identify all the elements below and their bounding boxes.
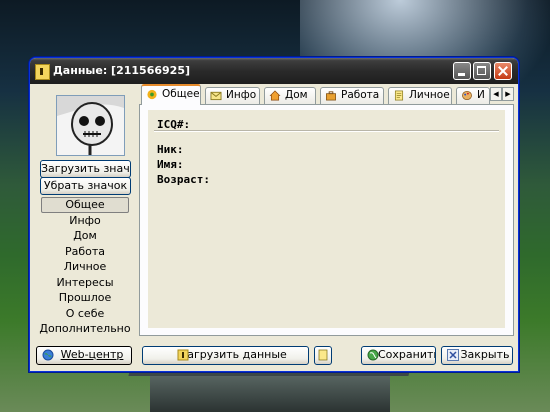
user-details-window: Данные: [211566925] Загрузить значок Убр… <box>29 57 519 372</box>
close-label: Закрыть <box>460 348 510 361</box>
web-center-label: Web-центр <box>60 348 124 361</box>
flower-icon <box>147 89 157 100</box>
close-window-button[interactable] <box>494 62 512 80</box>
tab-label: Инфо <box>226 89 257 101</box>
globe-icon <box>367 349 379 361</box>
window-title: Данные: [211566925] <box>53 64 190 77</box>
save-label: Сохранить <box>378 348 436 361</box>
name-label: Имя: <box>157 158 184 171</box>
remove-icon-button[interactable]: Убрать значок <box>40 177 131 195</box>
nick-label: Ник: <box>157 143 184 156</box>
minimize-button[interactable] <box>453 62 471 80</box>
tab-general[interactable]: Общее <box>141 84 201 105</box>
upload-icon-button[interactable]: Загрузить значок <box>40 160 131 178</box>
tab-work[interactable]: Работа <box>320 87 384 104</box>
load-data-button[interactable]: Загрузить данные <box>142 346 309 365</box>
tab-label: И <box>477 89 485 101</box>
sidebar-item-personal[interactable]: Личное <box>39 259 131 275</box>
document-icon <box>318 349 328 361</box>
globe-icon <box>42 349 54 361</box>
info-icon <box>35 64 50 80</box>
tab-label: Дом <box>285 89 308 101</box>
general-info-area: ICQ#: Ник: Имя: Возраст: <box>148 110 505 328</box>
palette-icon <box>462 91 472 100</box>
sidebar-item-info[interactable]: Инфо <box>39 213 131 229</box>
sidebar-item-about[interactable]: О себе <box>39 306 131 322</box>
web-center-button[interactable]: Web-центр <box>36 346 132 365</box>
age-label: Возраст: <box>157 173 210 186</box>
tab-interests[interactable]: И <box>456 87 490 104</box>
sidebar: Общее Инфо Дом Работа Личное Интересы Пр… <box>39 197 131 337</box>
envelope-icon <box>210 91 222 101</box>
close-icon <box>447 349 459 361</box>
close-button[interactable]: Закрыть <box>441 346 513 365</box>
sidebar-item-interests[interactable]: Интересы <box>39 275 131 291</box>
tab-home[interactable]: Дом <box>264 87 316 104</box>
briefcase-icon <box>326 91 336 101</box>
tab-label: Общее <box>162 88 200 100</box>
desktop-wallpaper-house <box>150 372 390 412</box>
divider <box>154 130 499 132</box>
notes-button[interactable] <box>314 346 332 365</box>
tab-label: Личное <box>409 89 450 101</box>
house-icon <box>269 90 281 101</box>
tab-personal[interactable]: Личное <box>388 87 452 104</box>
tab-label: Работа <box>341 89 380 101</box>
maximize-button[interactable] <box>473 62 491 80</box>
document-icon <box>394 90 404 101</box>
tab-info[interactable]: Инфо <box>205 87 260 104</box>
tab-scroll-left-button[interactable]: ◀ <box>490 87 502 101</box>
avatar <box>56 95 125 156</box>
sidebar-item-general[interactable]: Общее <box>41 197 129 213</box>
tab-strip: Общее Инфо Дом Работа Личное И ◀ ▶ <box>139 84 517 105</box>
tab-scroll-right-button[interactable]: ▶ <box>502 87 514 101</box>
load-data-label: Загрузить данные <box>180 348 287 361</box>
sidebar-item-additional[interactable]: Дополнительно <box>39 321 131 337</box>
info-icon <box>177 349 189 361</box>
sidebar-item-home[interactable]: Дом <box>39 228 131 244</box>
title-bar[interactable]: Данные: [211566925] <box>30 58 518 84</box>
sidebar-item-past[interactable]: Прошлое <box>39 290 131 306</box>
sidebar-item-work[interactable]: Работа <box>39 244 131 260</box>
save-button[interactable]: Сохранить <box>361 346 436 365</box>
tab-panel-general: ICQ#: Ник: Имя: Возраст: <box>139 104 514 336</box>
